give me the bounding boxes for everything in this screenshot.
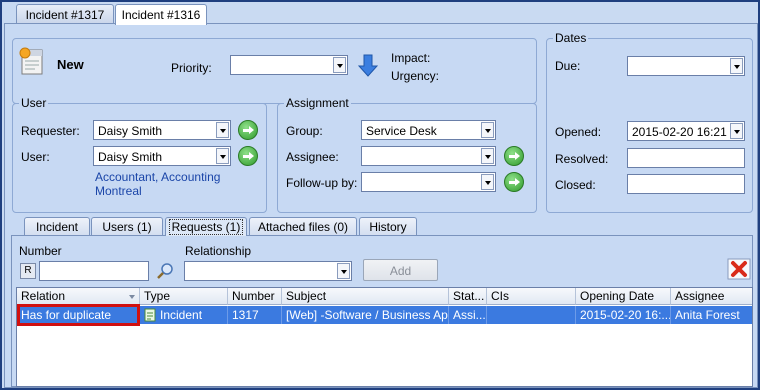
dates-group: Dates Due: Opened: 2015-02-20 16:21 Reso… (546, 31, 753, 213)
number-input[interactable] (39, 261, 149, 281)
table-row-cell-number[interactable]: 1317 (228, 306, 282, 324)
column-header-relation[interactable]: Relation (17, 288, 140, 305)
tab-incident[interactable]: Incident (24, 217, 90, 235)
table-row-cell-type[interactable]: Incident (140, 306, 228, 324)
opened-label: Opened: (555, 125, 602, 139)
doc-tab-incident-1317[interactable]: Incident #1317 (16, 4, 114, 24)
due-select[interactable] (627, 56, 745, 76)
new-document-icon (19, 47, 43, 75)
user-details-link[interactable]: Accountant, Accounting Montreal (95, 170, 220, 198)
assignee-label: Assignee: (286, 150, 339, 164)
chevron-down-icon[interactable] (337, 263, 350, 279)
assignment-group: Assignment Group: Service Desk Assignee:… (277, 96, 537, 213)
user-go-icon[interactable] (238, 146, 258, 166)
user-group: User Requester: Daisy Smith User: Daisy … (12, 96, 267, 213)
closed-field[interactable] (627, 174, 745, 194)
column-header-subject[interactable]: Subject (282, 288, 449, 305)
closed-label: Closed: (555, 178, 596, 192)
column-header-opening-date[interactable]: Opening Date (576, 288, 671, 305)
table-row-cell-opening-date[interactable]: 2015-02-20 16:... (576, 306, 671, 324)
tab-users[interactable]: Users (1) (91, 217, 163, 235)
chevron-down-icon[interactable] (216, 148, 229, 164)
tab-attached-files[interactable]: Attached files (0) (249, 217, 357, 235)
tab-requests[interactable]: Requests (1) (165, 217, 247, 236)
chevron-down-icon[interactable] (730, 58, 743, 74)
opened-select[interactable]: 2015-02-20 16:21 (627, 121, 745, 141)
requester-select[interactable]: Daisy Smith (93, 120, 231, 140)
table-row-cell-assignee[interactable]: Anita Forest (671, 306, 752, 324)
tab-history[interactable]: History (359, 217, 417, 235)
chevron-down-icon[interactable] (481, 148, 494, 164)
impact-label: Impact: (391, 51, 431, 65)
page-title: New (57, 57, 84, 72)
requester-go-icon[interactable] (238, 120, 258, 140)
search-icon[interactable] (156, 262, 174, 280)
assignment-group-label: Assignment (284, 96, 351, 110)
relationship-label: Relationship (185, 244, 252, 258)
tab-requests-label: Requests (1) (168, 219, 244, 235)
assignee-go-icon[interactable] (504, 146, 524, 166)
column-header-status[interactable]: Stat... (449, 288, 487, 305)
column-header-assignee[interactable]: Assignee (671, 288, 752, 305)
priority-label: Priority: (171, 61, 212, 75)
table-row-cell-cis[interactable] (487, 306, 576, 324)
user-select[interactable]: Daisy Smith (93, 146, 231, 166)
due-label: Due: (555, 59, 581, 73)
arrow-down-icon (358, 54, 378, 77)
doc-tab-incident-1316[interactable]: Incident #1316 (115, 4, 207, 25)
chevron-down-icon[interactable] (216, 122, 229, 138)
incident-window: Incident #1317 Incident #1316 New Priori… (0, 0, 760, 390)
number-label: Number (19, 244, 62, 258)
delete-icon[interactable] (727, 258, 751, 280)
chevron-down-icon[interactable] (481, 174, 494, 190)
chevron-down-icon[interactable] (333, 57, 346, 73)
urgency-label: Urgency: (391, 69, 440, 83)
user-label: User: (21, 150, 50, 164)
assignee-select[interactable] (361, 146, 496, 166)
requester-label: Requester: (21, 124, 80, 138)
chevron-down-icon[interactable] (481, 122, 494, 138)
column-header-number[interactable]: Number (228, 288, 282, 305)
followup-select[interactable] (361, 172, 496, 192)
column-header-label: Relation (21, 289, 66, 303)
column-header-type[interactable]: Type (140, 288, 228, 305)
group-field-label: Group: (286, 124, 323, 138)
user-details-line2[interactable]: Montreal (95, 184, 220, 198)
table-row-cell-status[interactable]: Assi... (449, 306, 487, 324)
dates-group-label: Dates (553, 31, 589, 45)
sort-desc-icon (129, 295, 135, 299)
r-badge[interactable]: R (20, 263, 36, 279)
group-select[interactable]: Service Desk (361, 120, 496, 140)
chevron-down-icon[interactable] (730, 123, 743, 139)
user-details-line1[interactable]: Accountant, Accounting (95, 170, 220, 184)
incident-type-icon (144, 308, 156, 322)
header-group: New Priority: Impact: Urgency: (12, 38, 537, 104)
table-row-cell-subject[interactable]: [Web] -Software / Business Ap... (282, 306, 449, 324)
user-group-label: User (19, 96, 49, 110)
priority-select[interactable] (230, 55, 348, 75)
type-text: Incident (160, 308, 203, 322)
resolved-field[interactable] (627, 148, 745, 168)
followup-go-icon[interactable] (504, 172, 524, 192)
resolved-label: Resolved: (555, 152, 609, 166)
highlight-box (17, 304, 140, 326)
column-header-cis[interactable]: CIs (487, 288, 576, 305)
relationship-select[interactable] (184, 261, 352, 281)
requests-grid: Relation Type Number Subject Stat... CIs… (16, 287, 753, 387)
followup-label: Follow-up by: (286, 176, 358, 190)
add-button[interactable]: Add (363, 259, 438, 281)
